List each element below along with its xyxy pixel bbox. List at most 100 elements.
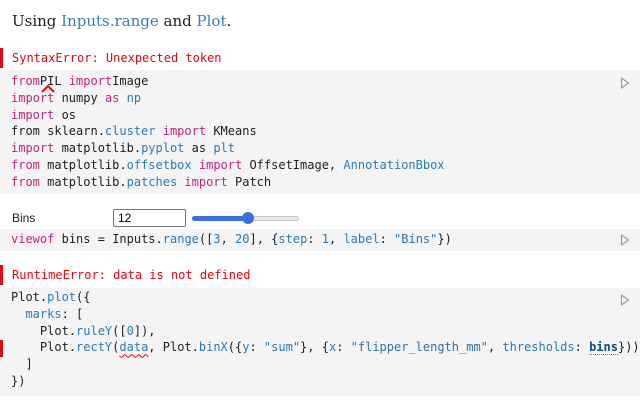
code-token: : bbox=[307, 232, 322, 246]
code-line[interactable]: import numpy as np bbox=[0, 90, 640, 107]
code-token: ([ bbox=[198, 232, 214, 246]
code-cell-plot[interactable]: Plot.plot({ marks: [ Plot.ruleY([0]), Pl… bbox=[0, 288, 640, 396]
code-token: : bbox=[336, 340, 351, 355]
run-cell-button[interactable] bbox=[620, 234, 630, 246]
code-line[interactable]: Plot.plot({ bbox=[0, 289, 640, 306]
code-token: offsetbox bbox=[126, 157, 192, 172]
inputs-range-link[interactable]: Inputs.range bbox=[61, 12, 159, 30]
bins-slider[interactable] bbox=[192, 212, 299, 224]
code-line[interactable]: from matplotlib.patches import Patch bbox=[0, 174, 640, 191]
error-line-marker bbox=[0, 340, 3, 357]
code-block[interactable]: viewof bins = Inputs.range([3, 20], {ste… bbox=[0, 229, 640, 248]
code-token: matplotlib. bbox=[54, 141, 142, 156]
code-token: range bbox=[162, 232, 199, 246]
code-token: ({ bbox=[227, 340, 243, 355]
code-line[interactable]: viewof bins = Inputs.range([3, 20], {ste… bbox=[0, 231, 640, 248]
intro-middle: and bbox=[158, 12, 197, 30]
code-token: Image bbox=[112, 74, 149, 88]
code-token: matplotlib. bbox=[39, 157, 127, 172]
code-block[interactable]: fromPIL importImage import numpy as np imp… bbox=[0, 70, 640, 191]
code-token: data bbox=[119, 340, 149, 355]
code-token: 3 bbox=[213, 232, 221, 246]
code-token: Plot. bbox=[11, 340, 77, 355]
code-token: OffsetImage, bbox=[242, 157, 344, 172]
code-token: bins bbox=[589, 340, 618, 356]
code-line[interactable]: ] bbox=[0, 356, 640, 373]
code-token: import bbox=[11, 107, 55, 122]
code-token: plot bbox=[47, 290, 77, 304]
code-token: AnnotationBbox bbox=[343, 157, 445, 172]
code-token: , bbox=[487, 340, 503, 355]
code-token: np bbox=[126, 90, 142, 105]
code-token: })) bbox=[617, 340, 640, 355]
code-token: Plot. bbox=[11, 323, 77, 338]
code-token: ] bbox=[11, 357, 33, 372]
code-token: bins bbox=[61, 232, 91, 246]
code-line[interactable]: from matplotlib.offsetbox import OffsetI… bbox=[0, 157, 640, 174]
code-token: thresholds bbox=[502, 340, 575, 355]
runtime-error-message: RuntimeError: data is not defined bbox=[0, 265, 640, 285]
code-token: from bbox=[11, 157, 40, 172]
code-token: Plot. bbox=[11, 290, 48, 304]
code-line[interactable]: Plot.ruleY([0]), bbox=[0, 323, 640, 340]
plot-link[interactable]: Plot bbox=[197, 12, 227, 30]
code-line[interactable]: import matplotlib.pyplot as plt bbox=[0, 140, 640, 157]
bins-range-input: Bins bbox=[12, 209, 332, 227]
code-token: , bbox=[328, 232, 344, 246]
code-line[interactable]: Plot.rectY(data, Plot.binX({y: "sum"}, {… bbox=[0, 339, 640, 356]
code-token: }, { bbox=[300, 340, 329, 355]
code-token: binX bbox=[198, 340, 228, 355]
code-token: = bbox=[90, 232, 113, 246]
code-token: import bbox=[184, 174, 228, 189]
code-token: ruleY bbox=[76, 323, 113, 338]
code-token: numpy bbox=[54, 90, 105, 105]
code-line[interactable]: from sklearn.cluster import KMeans bbox=[0, 123, 640, 140]
code-cell-imports[interactable]: fromPIL importImage import numpy as np imp… bbox=[0, 70, 640, 194]
code-token: : bbox=[379, 232, 395, 246]
code-line[interactable]: fromPIL importImage bbox=[0, 73, 640, 90]
code-token: import bbox=[11, 141, 55, 156]
intro-suffix: . bbox=[226, 12, 232, 30]
code-token: : bbox=[574, 340, 590, 355]
code-line[interactable]: }) bbox=[0, 373, 640, 390]
code-token: patches bbox=[126, 174, 178, 189]
code-token: Inputs. bbox=[112, 232, 163, 246]
code-token: import bbox=[162, 124, 207, 139]
run-cell-button[interactable] bbox=[620, 77, 630, 89]
code-token: "Bins" bbox=[394, 232, 438, 246]
code-token: KMeans bbox=[206, 124, 257, 139]
code-token: os bbox=[54, 107, 77, 122]
code-cell-viewof-bins[interactable]: viewof bins = Inputs.range([3, 20], {ste… bbox=[0, 229, 640, 251]
code-token: as bbox=[184, 141, 214, 156]
code-token: as bbox=[104, 90, 120, 105]
code-token: from bbox=[11, 174, 40, 189]
run-cell-button[interactable] bbox=[620, 294, 630, 306]
code-token: , Plot. bbox=[148, 340, 199, 355]
intro-prefix: Using bbox=[12, 12, 62, 30]
slider-thumb[interactable] bbox=[242, 212, 255, 224]
syntax-error-message: SyntaxError: Unexpected token bbox=[0, 48, 640, 68]
bins-number-field[interactable] bbox=[113, 209, 186, 227]
slider-fill bbox=[192, 216, 249, 221]
code-token: rectY bbox=[76, 340, 113, 355]
code-token: : [ bbox=[61, 306, 84, 321]
code-token: 20 bbox=[235, 232, 250, 246]
play-icon bbox=[620, 234, 630, 246]
code-token: from bbox=[11, 74, 40, 88]
code-line[interactable]: import os bbox=[0, 107, 640, 124]
code-token: import bbox=[198, 157, 243, 172]
code-token: label bbox=[343, 232, 380, 246]
code-block[interactable]: Plot.plot({ marks: [ Plot.ruleY([0]), Pl… bbox=[0, 288, 640, 390]
play-icon bbox=[620, 77, 630, 89]
code-token: "sum" bbox=[263, 340, 301, 355]
code-token: ]), bbox=[133, 323, 156, 338]
code-line[interactable]: marks: [ bbox=[0, 306, 640, 323]
code-token: 1 bbox=[321, 232, 329, 246]
code-token: matplotlib. bbox=[39, 174, 127, 189]
code-token: marks bbox=[25, 306, 62, 321]
code-token: : bbox=[249, 340, 264, 355]
code-token: , bbox=[220, 232, 236, 246]
